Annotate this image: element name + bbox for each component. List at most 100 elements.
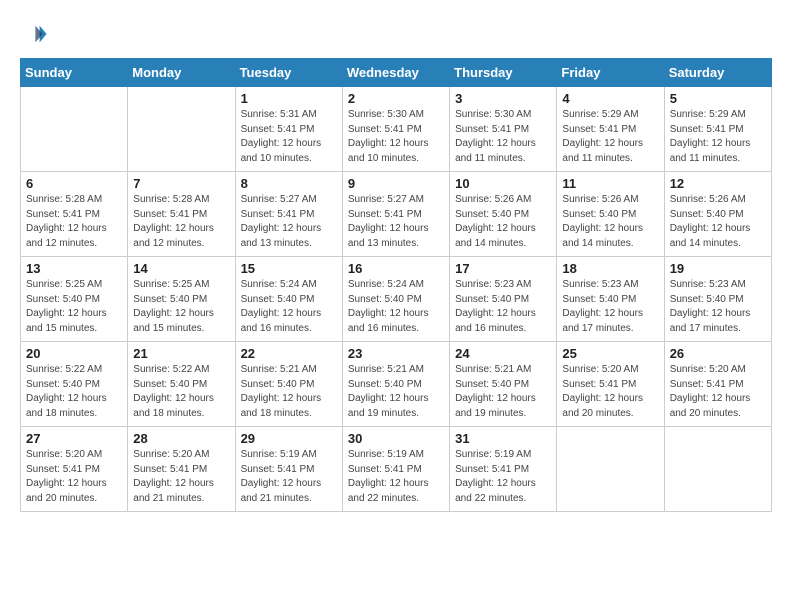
- day-number: 21: [133, 346, 229, 361]
- day-number: 28: [133, 431, 229, 446]
- day-info: Sunrise: 5:26 AMSunset: 5:40 PMDaylight:…: [562, 193, 658, 251]
- day-number: 25: [562, 346, 658, 361]
- calendar-cell: 8Sunrise: 5:27 AMSunset: 5:41 PMDaylight…: [235, 172, 342, 257]
- sunset: Sunset: 5:41 PM: [26, 464, 100, 475]
- week-row-5: 27Sunrise: 5:20 AMSunset: 5:41 PMDayligh…: [21, 427, 772, 512]
- sunset: Sunset: 5:40 PM: [241, 379, 315, 390]
- weekday-header-tuesday: Tuesday: [235, 59, 342, 87]
- calendar-cell: 19 Sunrise: 5:23 AMSunset: 5:40 PMDayligh…: [664, 257, 771, 342]
- sunset: Sunset: 5:41 PM: [455, 124, 529, 135]
- day-number: 23: [348, 346, 444, 361]
- daylight: Daylight: 12 hours and 18 minutes.: [26, 393, 107, 419]
- calendar-cell: 21 Sunrise: 5:22 AMSunset: 5:40 PMDayligh…: [128, 342, 235, 427]
- sunset: Sunset: 5:40 PM: [455, 294, 529, 305]
- sunrise: Sunrise: 5:20 AM: [133, 449, 209, 460]
- day-info: Sunrise: 5:23 AMSunset: 5:40 PMDaylight:…: [670, 278, 766, 336]
- daylight: Daylight: 12 hours and 16 minutes.: [455, 308, 536, 334]
- sunrise: Sunrise: 5:19 AM: [455, 449, 531, 460]
- sunset: Sunset: 5:40 PM: [133, 379, 207, 390]
- weekday-header-wednesday: Wednesday: [342, 59, 449, 87]
- calendar-cell: [557, 427, 664, 512]
- day-info: Sunrise: 5:19 AMSunset: 5:41 PMDaylight:…: [241, 448, 337, 506]
- daylight: Daylight: 12 hours and 22 minutes.: [455, 478, 536, 504]
- day-info: Sunrise: 5:30 AMSunset: 5:41 PMDaylight:…: [455, 108, 551, 166]
- day-info: Sunrise: 5:26 AMSunset: 5:40 PMDaylight:…: [670, 193, 766, 251]
- daylight: Daylight: 12 hours and 20 minutes.: [26, 478, 107, 504]
- sunrise: Sunrise: 5:26 AM: [455, 194, 531, 205]
- daylight: Daylight: 12 hours and 10 minutes.: [348, 138, 429, 164]
- day-number: 29: [241, 431, 337, 446]
- sunrise: Sunrise: 5:23 AM: [670, 279, 746, 290]
- day-number: 12: [670, 176, 766, 191]
- sunset: Sunset: 5:41 PM: [241, 464, 315, 475]
- sunset: Sunset: 5:40 PM: [670, 209, 744, 220]
- sunrise: Sunrise: 5:24 AM: [348, 279, 424, 290]
- daylight: Daylight: 12 hours and 13 minutes.: [241, 223, 322, 249]
- day-number: 14: [133, 261, 229, 276]
- calendar-cell: 20Sunrise: 5:22 AMSunset: 5:40 PMDayligh…: [21, 342, 128, 427]
- sunset: Sunset: 5:41 PM: [348, 209, 422, 220]
- day-info: Sunrise: 5:20 AMSunset: 5:41 PMDaylight:…: [133, 448, 229, 506]
- day-number: 1: [241, 91, 337, 106]
- week-row-1: 1 Sunrise: 5:31 AMSunset: 5:41 PMDaylight…: [21, 87, 772, 172]
- sunrise: Sunrise: 5:28 AM: [133, 194, 209, 205]
- sunrise: Sunrise: 5:19 AM: [241, 449, 317, 460]
- sunset: Sunset: 5:40 PM: [562, 209, 636, 220]
- day-info: Sunrise: 5:22 AMSunset: 5:40 PMDaylight:…: [133, 363, 229, 421]
- daylight: Daylight: 12 hours and 20 minutes.: [562, 393, 643, 419]
- day-info: Sunrise: 5:31 AMSunset: 5:41 PMDaylight:…: [241, 108, 337, 166]
- day-number: 19: [670, 261, 766, 276]
- sunrise: Sunrise: 5:29 AM: [670, 109, 746, 120]
- day-info: Sunrise: 5:20 AMSunset: 5:41 PMDaylight:…: [562, 363, 658, 421]
- daylight: Daylight: 12 hours and 17 minutes.: [670, 308, 751, 334]
- day-number: 31: [455, 431, 551, 446]
- sunset: Sunset: 5:40 PM: [455, 379, 529, 390]
- sunset: Sunset: 5:40 PM: [26, 379, 100, 390]
- logo: [20, 20, 52, 48]
- sunset: Sunset: 5:41 PM: [26, 209, 100, 220]
- calendar-cell: 12 Sunrise: 5:26 AMSunset: 5:40 PMDayligh…: [664, 172, 771, 257]
- calendar-cell: 28 Sunrise: 5:20 AMSunset: 5:41 PMDayligh…: [128, 427, 235, 512]
- day-info: Sunrise: 5:26 AMSunset: 5:40 PMDaylight:…: [455, 193, 551, 251]
- daylight: Daylight: 12 hours and 12 minutes.: [26, 223, 107, 249]
- day-info: Sunrise: 5:27 AM Sunset: 5:41 PM Daylight:…: [348, 193, 444, 251]
- calendar-cell: 5Sunrise: 5:29 AMSunset: 5:41 PMDaylight…: [664, 87, 771, 172]
- day-info: Sunrise: 5:23 AMSunset: 5:40 PMDaylight:…: [455, 278, 551, 336]
- day-number: 26: [670, 346, 766, 361]
- calendar-cell: 22Sunrise: 5:21 AMSunset: 5:40 PMDayligh…: [235, 342, 342, 427]
- day-number: 15: [241, 261, 337, 276]
- weekday-header-friday: Friday: [557, 59, 664, 87]
- daylight: Daylight: 12 hours and 20 minutes.: [670, 393, 751, 419]
- sunrise: Sunrise: 5:30 AM: [455, 109, 531, 120]
- calendar-cell: 31 Sunrise: 5:19 AMSunset: 5:41 PMDayligh…: [450, 427, 557, 512]
- daylight: Daylight: 12 hours and 14 minutes.: [455, 223, 536, 249]
- calendar-cell: 10Sunrise: 5:26 AMSunset: 5:40 PMDayligh…: [450, 172, 557, 257]
- sunset: Sunset: 5:41 PM: [133, 209, 207, 220]
- day-info: Sunrise: 5:23 AMSunset: 5:40 PMDaylight:…: [562, 278, 658, 336]
- day-number: 3: [455, 91, 551, 106]
- day-info: Sunrise: 5:21 AMSunset: 5:40 PMDaylight:…: [455, 363, 551, 421]
- day-number: 7: [133, 176, 229, 191]
- daylight: Daylight: 12 hours and 18 minutes.: [241, 393, 322, 419]
- daylight: Daylight: 12 hours and 16 minutes.: [348, 308, 429, 334]
- sunrise: Sunrise: 5:25 AM: [133, 279, 209, 290]
- weekday-header-sunday: Sunday: [21, 59, 128, 87]
- calendar-cell: [21, 87, 128, 172]
- calendar-cell: 7Sunrise: 5:28 AMSunset: 5:41 PMDaylight…: [128, 172, 235, 257]
- day-info: Sunrise: 5:28 AMSunset: 5:41 PMDaylight:…: [133, 193, 229, 251]
- calendar-cell: 18Sunrise: 5:23 AMSunset: 5:40 PMDayligh…: [557, 257, 664, 342]
- calendar-cell: 23Sunrise: 5:21 AMSunset: 5:40 PMDayligh…: [342, 342, 449, 427]
- sunrise: Sunrise: 5:20 AM: [562, 364, 638, 375]
- day-info: Sunrise: 5:30 AMSunset: 5:41 PMDaylight:…: [348, 108, 444, 166]
- day-number: 4: [562, 91, 658, 106]
- sunset: Sunset: 5:40 PM: [133, 294, 207, 305]
- day-info: Sunrise: 5:20 AMSunset: 5:41 PMDaylight:…: [26, 448, 122, 506]
- daylight: Daylight: 12 hours and 13 minutes.: [348, 223, 429, 249]
- sunrise: Sunrise: 5:29 AM: [562, 109, 638, 120]
- day-info: Sunrise: 5:19 AMSunset: 5:41 PMDaylight:…: [455, 448, 551, 506]
- week-row-3: 13Sunrise: 5:25 AMSunset: 5:40 PMDayligh…: [21, 257, 772, 342]
- calendar-cell: [664, 427, 771, 512]
- daylight: Daylight: 12 hours and 10 minutes.: [241, 138, 322, 164]
- sunrise: Sunrise: 5:27 AM: [348, 194, 424, 205]
- sunrise: Sunrise: 5:21 AM: [348, 364, 424, 375]
